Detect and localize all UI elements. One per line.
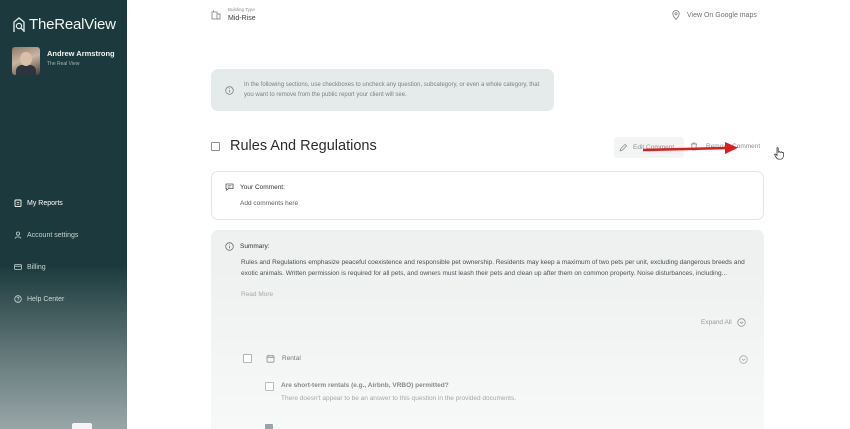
comment-label: Your Comment: — [240, 183, 285, 191]
summary-header: Summary: — [225, 242, 270, 251]
sidebar: TheRealView Andrew Armstrong The Real Vi… — [0, 0, 127, 429]
sidebar-item-account-settings[interactable]: Account settings — [14, 228, 78, 242]
building-type-label: Building Type — [228, 7, 255, 12]
question-checkbox[interactable] — [265, 382, 274, 391]
subcategory-rental[interactable]: Rental — [243, 354, 301, 363]
sidebar-nav: My Reports Account settings Billing Help… — [14, 196, 78, 324]
comment-input[interactable]: Add comments here — [240, 200, 298, 207]
clipboard-icon — [14, 199, 22, 207]
question-answer: There doesn't appear to be an answer to … — [281, 395, 517, 402]
summary-panel: Summary: Rules and Regulations emphasize… — [211, 230, 764, 429]
comment-header: Your Comment: — [225, 183, 285, 191]
user-name: Andrew Armstrong — [47, 49, 115, 58]
section-title: Rules And Regulations — [230, 138, 377, 154]
user-org: The Real View — [47, 61, 80, 67]
sidebar-item-label: Billing — [27, 263, 46, 271]
subcategory-label: Rental — [282, 355, 301, 362]
read-more-link[interactable]: Read More — [241, 291, 273, 298]
user-icon — [14, 231, 22, 239]
chevron-circle-icon[interactable] — [739, 355, 748, 364]
help-icon — [14, 295, 22, 303]
info-icon — [225, 242, 234, 251]
pencil-icon — [619, 143, 628, 152]
annotation-arrow — [642, 142, 738, 154]
info-icon — [225, 85, 234, 95]
sidebar-item-label: My Reports — [27, 199, 63, 207]
sidebar-item-my-reports[interactable]: My Reports — [14, 196, 78, 210]
chat-icon — [225, 183, 234, 191]
app-name: TheRealView — [29, 16, 116, 33]
sidebar-item-label: Help Center — [27, 295, 65, 303]
sidebar-item-help-center[interactable]: Help Center — [14, 292, 78, 306]
user-profile[interactable]: Andrew Armstrong The Real View — [12, 47, 115, 75]
corner-badge — [72, 423, 92, 429]
expand-all-button[interactable]: Expand All — [701, 318, 746, 327]
chevron-down-circle-icon — [737, 318, 746, 327]
avatar — [12, 47, 40, 75]
card-icon — [14, 264, 22, 270]
hand-cursor-icon — [774, 147, 784, 160]
subcategory-checkbox[interactable] — [243, 354, 252, 363]
sidebar-item-label: Account settings — [27, 231, 79, 239]
comment-box: Your Comment: Add comments here — [211, 171, 764, 220]
info-text: In the following sections, use checkboxe… — [244, 82, 540, 98]
summary-text: Rules and Regulations emphasize peaceful… — [241, 259, 745, 277]
sidebar-item-billing[interactable]: Billing — [14, 260, 78, 274]
calendar-icon — [266, 354, 275, 363]
map-pin-icon — [672, 10, 680, 20]
question-checkbox-checked[interactable] — [265, 424, 273, 429]
section-checkbox[interactable] — [211, 141, 220, 151]
app-logo[interactable]: TheRealView — [12, 16, 116, 33]
main-content: Building Type Mid-Rise View On Google ma… — [127, 0, 850, 429]
question-row: Are short-term rentals (e.g., Airbnb, VR… — [265, 382, 516, 402]
summary-label: Summary: — [240, 243, 270, 250]
building-icon — [211, 10, 221, 20]
building-type-value: Mid-Rise — [228, 15, 256, 22]
info-banner: In the following sections, use checkboxe… — [211, 69, 554, 111]
expand-all-label: Expand All — [701, 319, 732, 326]
google-maps-link[interactable]: View On Google maps — [672, 10, 757, 20]
logo-icon — [13, 16, 25, 32]
google-maps-link-label: View On Google maps — [687, 11, 757, 19]
section-header: Rules And Regulations — [211, 138, 377, 154]
question-title: Are short-term rentals (e.g., Airbnb, VR… — [281, 382, 449, 389]
